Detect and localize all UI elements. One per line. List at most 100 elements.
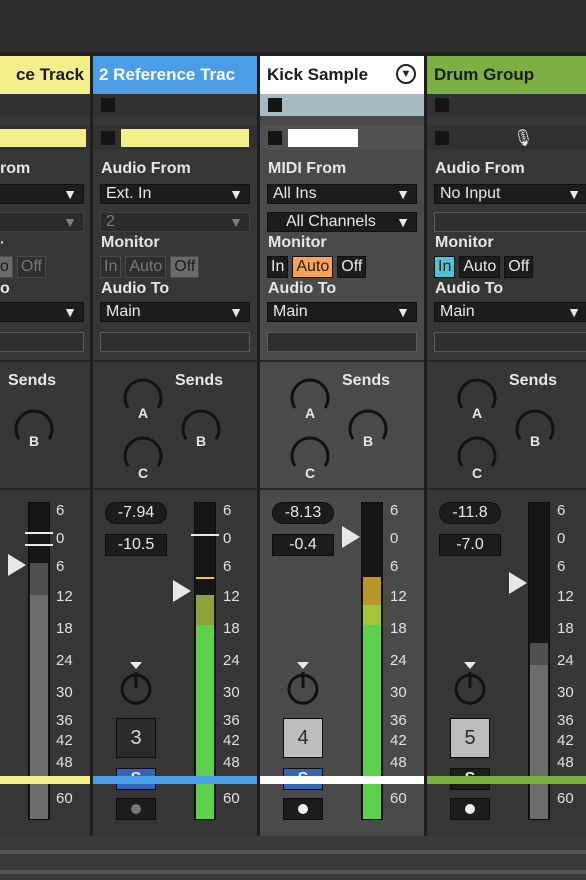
triangle-down-icon: ▼ [396, 304, 410, 320]
volume-fader-handle[interactable] [173, 580, 191, 602]
volume-display[interactable]: -10.5 [105, 534, 167, 556]
level-meter [528, 502, 550, 820]
input-type-dropdown[interactable]: Ext. In ▼ [100, 184, 250, 204]
send-c-knob[interactable]: C [286, 428, 334, 484]
audio-to-label: Audio To [435, 280, 504, 297]
pan-knob[interactable] [111, 660, 161, 712]
monitor-switch[interactable]: In Auto Off [100, 256, 200, 278]
input-type-value: No Input [440, 185, 501, 202]
send-b-knob[interactable]: B [177, 401, 225, 453]
output-channel-field[interactable] [434, 332, 586, 352]
track-color-bar [93, 776, 257, 784]
clip-slot[interactable] [427, 94, 586, 116]
monitor-off-button[interactable]: Off [337, 256, 367, 278]
peak-level-display[interactable]: -7.94 [105, 502, 167, 524]
peak-level-display[interactable]: -11.8 [439, 502, 501, 524]
volume-fader-handle[interactable] [8, 554, 26, 576]
clip-slot[interactable] [0, 94, 90, 116]
track-activator-button[interactable]: 5 [450, 718, 490, 758]
scrollbar[interactable] [0, 850, 586, 854]
audio-to-dropdown[interactable]: Main ▼ [100, 302, 250, 322]
send-b-letter: B [363, 433, 373, 449]
track-header[interactable]: Drum Group [427, 56, 586, 94]
monitor-in-button[interactable]: In [100, 256, 122, 278]
output-channel-field[interactable] [100, 332, 250, 352]
send-b-knob[interactable]: B [344, 401, 392, 453]
track-activator-button[interactable]: 3 [116, 718, 156, 758]
stop-button[interactable] [101, 98, 115, 112]
clip-slot[interactable] [93, 94, 257, 116]
send-c-letter: C [138, 465, 148, 481]
triangle-down-icon: ▼ [567, 186, 581, 202]
monitor-off-button[interactable]: Off [16, 256, 46, 278]
input-channel-dropdown[interactable]: ▼ [0, 212, 84, 232]
pan-knob[interactable] [445, 660, 495, 712]
monitor-auto-button[interactable]: Auto [292, 256, 334, 278]
monitor-auto-button[interactable]: Auto [459, 256, 501, 278]
audio-to-dropdown[interactable]: Main ▼ [267, 302, 417, 322]
send-a-knob[interactable]: A [453, 370, 501, 422]
stop-button[interactable] [435, 98, 449, 112]
clip[interactable] [288, 129, 358, 147]
audio-to-value: Main [273, 303, 308, 320]
track-header[interactable]: Kick Sample ▼ [260, 56, 424, 94]
arm-button[interactable] [116, 798, 156, 820]
pan-knob[interactable] [278, 660, 328, 712]
bottom-scroll-area[interactable] [0, 836, 586, 880]
monitor-off-button[interactable]: Off [170, 256, 200, 278]
track-activator-button[interactable]: 4 [283, 718, 323, 758]
sends-label: Sends [175, 372, 224, 389]
volume-fader-handle[interactable] [342, 526, 360, 548]
stop-button[interactable] [435, 131, 449, 145]
input-channel-field[interactable] [434, 212, 586, 232]
track-header[interactable]: ce Track [0, 56, 90, 94]
send-c-knob[interactable]: C [453, 428, 501, 484]
monitor-in-button[interactable]: In [267, 256, 289, 278]
arm-button[interactable] [450, 798, 490, 820]
stop-button[interactable] [268, 131, 282, 145]
monitor-off-button[interactable]: Off [504, 256, 534, 278]
clip-slot[interactable]: 🎙 [427, 126, 586, 150]
track-header[interactable]: 2 Reference Trac [93, 56, 257, 94]
clip[interactable] [121, 129, 249, 147]
track-name: 2 Reference Trac [99, 65, 236, 84]
volume-fader-handle[interactable] [509, 572, 527, 594]
audio-to-dropdown[interactable]: Main ▼ [434, 302, 586, 322]
send-a-knob[interactable]: A [119, 370, 167, 422]
volume-display[interactable]: -7.0 [439, 534, 501, 556]
clip-slot[interactable] [93, 126, 257, 150]
input-type-dropdown[interactable]: ▼ [0, 184, 84, 204]
input-channel-dropdown[interactable]: All Channels ▼ [267, 212, 417, 232]
sends-label: Sends [342, 372, 391, 389]
monitor-switch[interactable]: o Off [0, 256, 46, 278]
stop-button[interactable] [101, 131, 115, 145]
volume-display[interactable]: -0.4 [272, 534, 334, 556]
monitor-auto-button[interactable]: o [0, 256, 13, 278]
monitor-switch[interactable]: In Auto Off [434, 256, 534, 278]
send-c-knob[interactable]: C [119, 428, 167, 484]
arm-button[interactable] [283, 798, 323, 820]
clip-slot[interactable] [0, 126, 90, 150]
microphone-icon[interactable]: 🎙 [513, 128, 533, 148]
input-type-dropdown[interactable]: All Ins ▼ [267, 184, 417, 204]
audio-to-dropdown[interactable]: ▼ [0, 302, 84, 322]
audio-from-label: Audio From [435, 160, 525, 177]
monitor-switch[interactable]: In Auto Off [267, 256, 367, 278]
send-a-knob[interactable]: A [286, 370, 334, 422]
sends-label: Sends [509, 372, 558, 389]
input-type-dropdown[interactable]: No Input ▼ [434, 184, 586, 204]
clip-slot[interactable] [260, 126, 424, 150]
chevron-down-circle-icon[interactable]: ▼ [396, 64, 416, 84]
input-channel-dropdown[interactable]: 2 ▼ [100, 212, 250, 232]
clip-slot[interactable] [260, 94, 424, 116]
monitor-auto-button[interactable]: Auto [125, 256, 167, 278]
output-channel-field[interactable] [267, 332, 417, 352]
stop-button[interactable] [268, 98, 282, 112]
monitor-in-button[interactable]: In [434, 256, 456, 278]
clip[interactable] [0, 129, 86, 147]
peak-level-display[interactable]: -8.13 [272, 502, 334, 524]
input-channel-value: All Channels [286, 213, 376, 230]
output-channel-field[interactable] [0, 332, 84, 352]
send-b-knob[interactable]: B [511, 401, 559, 453]
send-b-knob[interactable]: B [10, 401, 58, 451]
